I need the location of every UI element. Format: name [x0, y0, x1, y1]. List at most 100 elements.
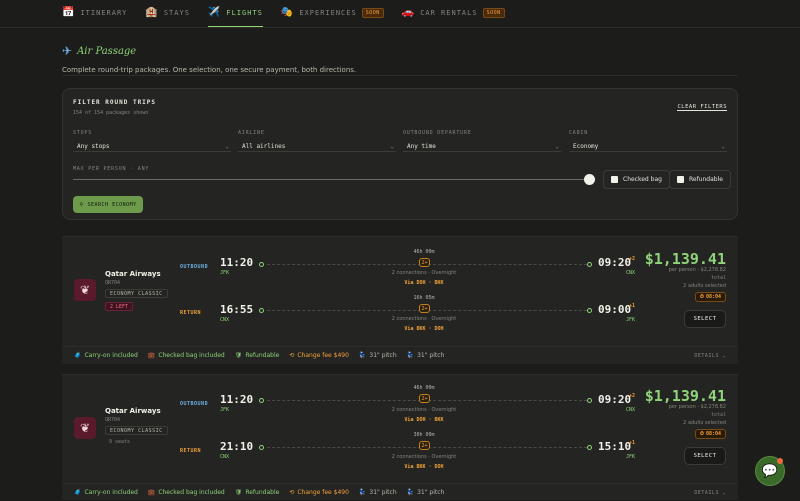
destination-code: JFK: [626, 454, 636, 460]
destination-dot: [587, 445, 592, 450]
clear-filters-button[interactable]: CLEAR FILTERS: [677, 104, 727, 111]
seat-icon: 💺: [406, 489, 415, 496]
divider: [62, 75, 738, 76]
tab-itinerary[interactable]: 📅 ITINERARY: [62, 0, 127, 27]
max-price-slider-track[interactable]: [73, 179, 589, 180]
flight-duration: 46h 00m: [413, 385, 435, 391]
tab-label: ITINERARY: [80, 8, 128, 17]
select-value: Any stops: [77, 142, 110, 150]
cabin-class-badge: ECONOMY CLASSIC: [105, 289, 168, 298]
flight-duration: 16h 05m: [413, 295, 435, 301]
seat-icon: 💺: [406, 352, 415, 359]
refresh-icon: ⟲: [289, 489, 295, 496]
destination-code: CNX: [626, 270, 636, 276]
checkbox-label: Checked bag: [623, 176, 662, 183]
max-price-slider-handle[interactable]: [584, 174, 595, 185]
destination-dot: [587, 262, 592, 267]
departure-select[interactable]: Any time ⌄: [403, 141, 561, 152]
tab-experiences[interactable]: 🎭 EXPERIENCES SOON: [281, 0, 384, 27]
flight-card: ❦ Qatar Airways QR704 ECONOMY CLASSIC 9 …: [62, 374, 738, 500]
details-toggle[interactable]: DETAILS ⌄: [694, 353, 726, 359]
day-offset: +1: [629, 303, 636, 309]
airline-name: Qatar Airways: [105, 407, 161, 415]
cabin-label: CABIN: [569, 130, 589, 136]
airline-select[interactable]: All airlines ⌄: [238, 141, 396, 152]
select-button[interactable]: SELECT: [684, 447, 726, 465]
per-person-price: per person · $2,278.82: [668, 404, 726, 410]
outbound-label: OUTBOUND: [180, 401, 209, 407]
checked-bag-checkbox[interactable]: Checked bag: [603, 170, 670, 189]
chat-icon: 💬: [761, 463, 779, 479]
qatar-airways-logo: ❦: [74, 417, 96, 439]
luggage-icon: 🧳: [74, 489, 82, 496]
max-price-label: MAX PER PERSON · ANY: [73, 166, 150, 172]
departure-time: 16:55: [220, 303, 254, 316]
amenity-refundable: 🛡 Refundable: [235, 352, 280, 359]
qatar-airways-logo: ❦: [74, 279, 96, 301]
destination-dot: [587, 308, 592, 313]
amenity-label: Checked bag included: [158, 489, 225, 496]
theater-masks-icon: 🎭: [280, 6, 295, 18]
details-toggle[interactable]: DETAILS ⌄: [694, 490, 726, 496]
connections-text: 2 connections · Overnight: [391, 270, 457, 276]
amenity-change-fee: ⟲ Change fee $490: [289, 352, 349, 359]
cabin-class-badge: ECONOMY CLASSIC: [105, 426, 168, 435]
via-airports: Via BKK · DOH: [404, 464, 444, 470]
flight-duration: 30h 00m: [413, 432, 435, 438]
filter-title: FILTER ROUND TRIPS: [73, 99, 157, 106]
page-header: ✈ Air Passage Complete round-trip package…: [62, 44, 356, 74]
stops-select[interactable]: Any stops ⌄: [73, 141, 231, 152]
refundable-checkbox[interactable]: Refundable: [669, 170, 731, 189]
checkbox-label: Refundable: [689, 176, 723, 183]
tab-flights[interactable]: ✈️ FLIGHTS: [207, 0, 263, 27]
price: $1,139.41: [644, 250, 726, 268]
amenity-label: Carry-on included: [84, 352, 138, 359]
amenity-seat-pitch: 💺 31" pitch: [407, 352, 445, 359]
stops-badge: 2+: [419, 258, 430, 267]
amenities-row: 🧳 Carry-on included 💼 Checked bag included…: [62, 346, 738, 364]
amenity-label: 31" pitch: [369, 352, 397, 359]
tab-label: STAYS: [163, 8, 190, 17]
amenities-row: 🧳 Carry-on included 💼 Checked bag included…: [62, 483, 738, 501]
origin-code: CNX: [220, 454, 230, 460]
amenity-seat-pitch: 💺 31" pitch: [407, 489, 445, 496]
airline-label: AIRLINE: [238, 130, 265, 136]
soon-badge: SOON: [482, 7, 505, 18]
clock-icon: ⏱: [700, 431, 704, 437]
flight-number: QR704: [105, 280, 121, 286]
cabin-select[interactable]: Economy ⌄: [569, 141, 727, 152]
chevron-down-icon: ⌄: [225, 142, 229, 150]
chevron-down-icon: ⌄: [390, 142, 394, 150]
amenity-label: 31" pitch: [369, 489, 397, 496]
departure-time: 11:20: [220, 256, 254, 269]
arrival-time: 09:20: [598, 256, 632, 269]
amenity-checked-bag: 💼 Checked bag included: [148, 352, 225, 359]
total-label: total: [710, 412, 726, 418]
arrival-time: 09:20: [598, 393, 632, 406]
amenity-carry-on: 🧳 Carry-on included: [74, 489, 138, 496]
departure-label: OUTBOUND DEPARTURE: [403, 130, 472, 136]
top-tabs: 📅 ITINERARY 🏨 STAYS ✈️ FLIGHTS 🎭 EXPERIENCES…: [0, 0, 800, 28]
tab-label: FLIGHTS: [226, 8, 263, 17]
tab-car-rentals[interactable]: 🚗 CAR RENTALS SOON: [402, 0, 505, 27]
shield-icon: 🛡: [234, 352, 243, 359]
amenity-label: 31" pitch: [417, 352, 445, 359]
amenity-checked-bag: 💼 Checked bag included: [148, 489, 225, 496]
origin-code: JFK: [220, 407, 230, 413]
clock-icon: ⏱: [700, 294, 704, 300]
amenity-label: Change fee $490: [297, 489, 349, 496]
notification-dot: [777, 458, 783, 464]
amenity-label: Refundable: [245, 489, 280, 496]
search-economy-button[interactable]: ⚲ SEARCH ECONOMY: [73, 196, 143, 213]
amenity-carry-on: 🧳 Carry-on included: [74, 352, 138, 359]
select-value: Economy: [573, 142, 599, 150]
amenity-label: Change fee $490: [297, 352, 349, 359]
hold-timer: ⏱ 08:04: [695, 429, 726, 439]
tab-stays[interactable]: 🏨 STAYS: [145, 0, 190, 27]
seat-icon: 💺: [358, 489, 367, 496]
departure-time: 11:20: [220, 393, 254, 406]
via-airports: Via BKK · DOH: [404, 326, 444, 332]
refresh-icon: ⟲: [289, 352, 295, 359]
origin-dot: [259, 262, 264, 267]
select-button[interactable]: SELECT: [684, 310, 726, 328]
